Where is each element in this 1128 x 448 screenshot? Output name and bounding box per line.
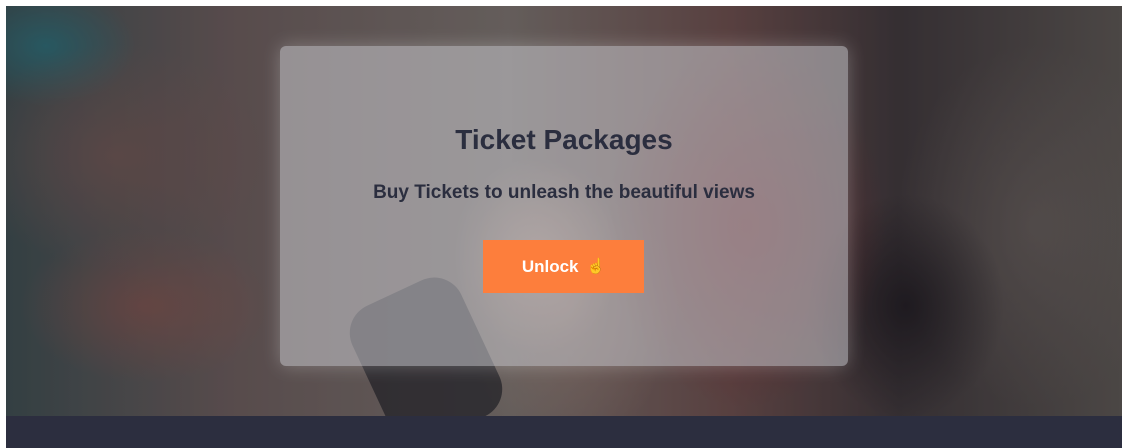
card-title: Ticket Packages <box>455 124 673 155</box>
hand-icon: ☝ <box>586 258 606 275</box>
card-subtitle: Buy Tickets to unleash the beautiful vie… <box>373 182 755 203</box>
unlock-button[interactable]: Unlock ☝ <box>483 240 644 293</box>
unlock-button-label: Unlock <box>521 256 579 276</box>
hero-section: Ticket Packages Buy Tickets to unleash t… <box>6 6 1122 416</box>
ticket-packages-card: Ticket Packages Buy Tickets to unleash t… <box>280 46 848 366</box>
footer-bar <box>6 416 1122 448</box>
